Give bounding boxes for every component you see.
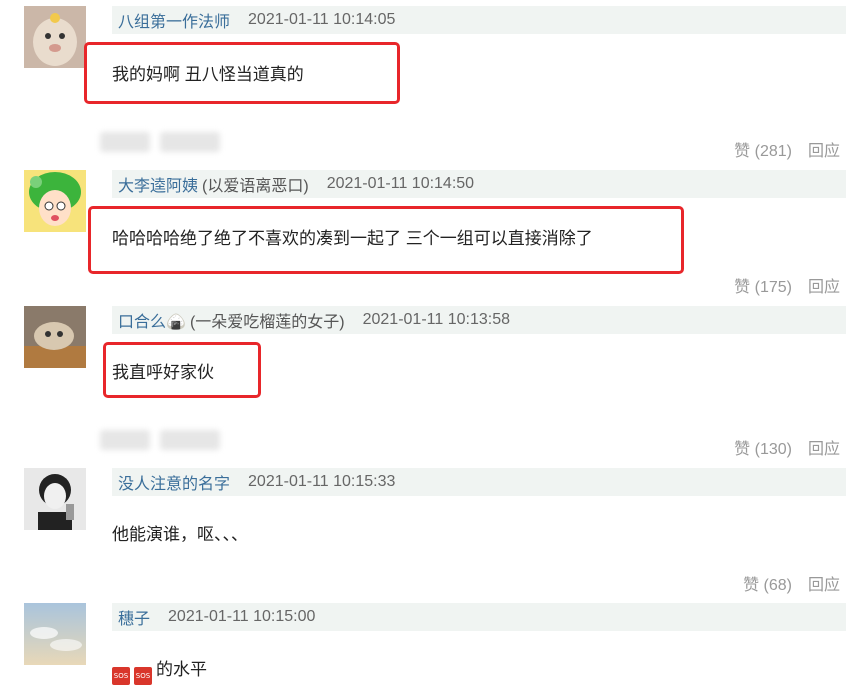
comment-header: 没人注意的名字 2021-01-11 10:15:33 <box>112 468 846 496</box>
comment-actions: 赞 (130) 回应 <box>718 435 840 459</box>
comment-text: 我的妈啊 丑八怪当道真的 <box>112 65 304 84</box>
user-note: (以爱语离恶口) <box>202 178 309 195</box>
like-button[interactable]: 赞 (130) <box>734 441 792 458</box>
comment-header: 口合么🍙 (一朵爱吃榴莲的女子) 2021-01-11 10:13:58 <box>112 306 846 334</box>
comment-actions: 赞 (175) 回应 <box>718 273 840 297</box>
avatar-portrait[interactable] <box>24 468 86 530</box>
comment-text: 他能演谁，呕、、、 <box>112 525 248 544</box>
avatar-sheep[interactable] <box>24 6 86 68</box>
username-link[interactable]: 穗子 <box>118 605 150 629</box>
comment-header: 穗子 2021-01-11 10:15:00 <box>112 603 846 631</box>
comment-text: SOS SOS 的水平 <box>112 655 207 685</box>
comment-header: 八组第一作法师 2021-01-11 10:14:05 <box>112 6 846 34</box>
timestamp: 2021-01-11 10:15:33 <box>248 473 396 490</box>
avatar-cat[interactable] <box>24 306 86 368</box>
avatar-green-hair[interactable] <box>24 170 86 232</box>
reply-button[interactable]: 回应 <box>808 143 840 160</box>
username-link[interactable]: 八组第一作法师 <box>118 8 230 32</box>
timestamp: 2021-01-11 10:15:00 <box>168 608 316 625</box>
comment-text: 我直呼好家伙 <box>112 363 214 382</box>
timestamp: 2021-01-11 10:14:05 <box>248 11 396 28</box>
comment-header: 大李逵阿姨 (以爱语离恶口) 2021-01-11 10:14:50 <box>112 170 846 198</box>
like-button[interactable]: 赞 (175) <box>734 279 792 296</box>
comment-text-content: 的水平 <box>156 660 207 679</box>
reply-button[interactable]: 回应 <box>808 441 840 458</box>
username-link[interactable]: 大李逵阿姨 <box>118 172 198 196</box>
sos-emoji-icon: SOS <box>112 667 130 685</box>
like-button[interactable]: 赞 (68) <box>743 577 792 594</box>
username-link[interactable]: 没人注意的名字 <box>118 470 230 494</box>
comment-actions: 赞 (68) 回应 <box>727 571 840 595</box>
reply-button[interactable]: 回应 <box>808 577 840 594</box>
comment-text: 哈哈哈哈绝了绝了不喜欢的凑到一起了 三个一组可以直接消除了 <box>112 229 593 248</box>
username-link[interactable]: 口合么🍙 <box>118 308 186 332</box>
reply-button[interactable]: 回应 <box>808 279 840 296</box>
blurred-content <box>100 128 220 156</box>
timestamp: 2021-01-11 10:13:58 <box>362 311 510 328</box>
sos-emoji-icon: SOS <box>134 667 152 685</box>
timestamp: 2021-01-11 10:14:50 <box>326 175 475 192</box>
avatar-sky[interactable] <box>24 603 86 665</box>
comment-actions: 赞 (281) 回应 <box>718 137 840 161</box>
blurred-content <box>100 426 220 454</box>
like-button[interactable]: 赞 (281) <box>734 143 792 160</box>
user-note: (一朵爱吃榴莲的女子) <box>189 314 345 331</box>
